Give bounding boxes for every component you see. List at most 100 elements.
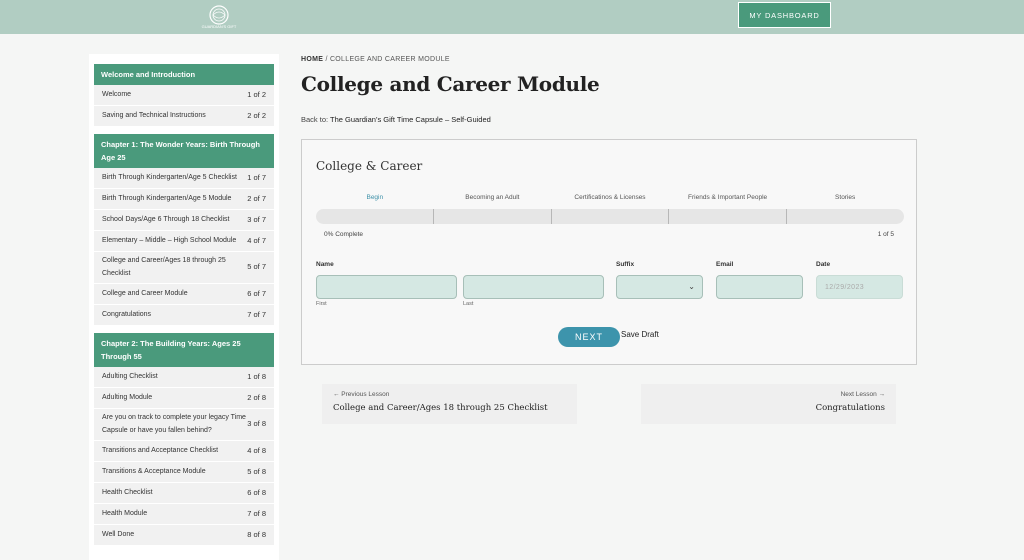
step-label-stories: Stories [835, 194, 856, 201]
step-label-friends: Friends & Important People [688, 194, 768, 201]
lesson-count: 7 of 8 [247, 508, 266, 518]
back-to-course-link[interactable]: The Guardian’s Gift Time Capsule – Self-… [330, 115, 491, 124]
lesson-label: College and Career/Ages 18 through 25 Ch… [102, 257, 226, 277]
lesson-count: 8 of 8 [247, 529, 266, 539]
section-header[interactable]: Chapter 1: The Wonder Years: Birth Throu… [94, 134, 274, 168]
lesson-count: 5 of 7 [247, 262, 266, 272]
multi-step-form: College & Career Begin Becoming an Adult… [301, 139, 917, 365]
sidebar-lesson-item[interactable]: Adulting Module 2 of 8 [94, 388, 274, 409]
lesson-count: 4 of 8 [247, 445, 266, 455]
progress-segment [787, 209, 904, 224]
lesson-label: Health Checklist [102, 488, 153, 496]
sidebar-lesson-item[interactable]: Transitions & Acceptance Module 5 of 8 [94, 462, 274, 483]
email-label: Email [716, 261, 734, 268]
breadcrumb-current: COLLEGE AND CAREER MODULE [329, 56, 450, 63]
chevron-down-icon: ⌄ [688, 282, 695, 291]
first-name-input[interactable] [316, 275, 457, 299]
suffix-select[interactable]: ⌄ [616, 275, 703, 299]
step-label-begin: Begin [366, 194, 384, 201]
lesson-count: 5 of 8 [247, 466, 266, 476]
previous-lesson-title: College and Career/Ages 18 through 25 Ch… [333, 403, 548, 413]
sidebar-lesson-item[interactable]: Saving and Technical Instructions 2 of 2 [94, 106, 274, 127]
progress-segment [316, 209, 434, 224]
lesson-count: 1 of 7 [247, 172, 266, 182]
lesson-label: Welcome [102, 90, 132, 98]
progress-bar [316, 209, 904, 224]
section-header[interactable]: Chapter 2: The Building Years: Ages 25 T… [94, 333, 274, 367]
course-sidebar: Welcome and Introduction Welcome 1 of 2 Sav… [94, 56, 274, 546]
sidebar-lesson-item[interactable]: Health Module 7 of 8 [94, 504, 274, 525]
sidebar-lesson-item[interactable]: School Days/Age 6 Through 18 Checklist 3 … [94, 210, 274, 231]
breadcrumb: HOME / COLLEGE AND CAREER MODULE [301, 56, 921, 63]
lesson-count: 2 of 7 [247, 193, 266, 203]
lesson-label: Transitions and Acceptance Checklist [102, 446, 219, 454]
progress-segment [552, 209, 670, 224]
lesson-label: Saving and Technical Instructions [102, 111, 206, 119]
suffix-label: Suffix [616, 261, 635, 268]
back-to-course: Back to: The Guardian’s Gift Time Capsul… [301, 115, 921, 124]
lesson-label: Adulting Checklist [102, 372, 158, 380]
page-title: College and Career Module [301, 72, 600, 96]
sidebar-lesson-item[interactable]: Elementary – Middle – High School Module… [94, 231, 274, 252]
lesson-label: Adulting Module [102, 393, 153, 401]
sidebar-lesson-item[interactable]: Health Checklist 6 of 8 [94, 483, 274, 504]
section-header[interactable]: Welcome and Introduction [94, 64, 274, 85]
lesson-label: School Days/Age 6 Through 18 Checklist [102, 215, 230, 223]
previous-lesson-label: ← Previous Lesson [333, 391, 390, 398]
lesson-count: 1 of 2 [247, 89, 266, 99]
top-bar: GUARDIAN'S GIFT MY DASHBOARD [0, 0, 1024, 34]
lesson-label: Well Done [102, 530, 135, 538]
sidebar-lesson-item[interactable]: Adulting Checklist 1 of 8 [94, 367, 274, 388]
next-lesson-title: Congratulations [815, 403, 885, 413]
next-button[interactable]: NEXT [558, 327, 620, 347]
name-label: Name [316, 261, 334, 268]
form-title: College & Career [316, 159, 423, 173]
sidebar-lesson-item[interactable]: College and Career Module 6 of 7 [94, 284, 274, 305]
back-to-prefix: Back to: [301, 115, 331, 124]
progress-segment [434, 209, 552, 224]
date-input[interactable]: 12/29/2023 [816, 275, 903, 299]
svg-text:GUARDIAN'S GIFT: GUARDIAN'S GIFT [202, 24, 237, 29]
lesson-label: Birth Through Kindergarten/Age 5 Module [102, 194, 232, 202]
lesson-label: Elementary – Middle – High School Module [102, 236, 237, 244]
breadcrumb-separator: / [323, 56, 330, 63]
next-lesson-card[interactable]: Next Lesson → Congratulations [641, 384, 896, 424]
lesson-count: 2 of 8 [247, 392, 266, 402]
lesson-count: 6 of 7 [247, 288, 266, 298]
save-draft-link[interactable]: Save Draft [621, 330, 659, 339]
email-input[interactable] [716, 275, 803, 299]
breadcrumb-home[interactable]: HOME [301, 56, 323, 63]
lesson-label: Health Module [102, 509, 148, 517]
form-steps: Begin Becoming an Adult Certificatinos &… [316, 194, 904, 201]
sidebar-lesson-item[interactable]: Congratulations 7 of 7 [94, 305, 274, 326]
sidebar-lesson-item[interactable]: Well Done 8 of 8 [94, 525, 274, 546]
lesson-label: College and Career Module [102, 289, 188, 297]
sidebar-lesson-item[interactable]: Welcome 1 of 2 [94, 85, 274, 106]
main-content: HOME / COLLEGE AND CAREER MODULE College… [301, 56, 921, 124]
logo[interactable]: GUARDIAN'S GIFT [196, 2, 242, 30]
sidebar-lesson-item[interactable]: Transitions and Acceptance Checklist 4 of… [94, 441, 274, 462]
first-sublabel: First [316, 301, 327, 307]
progress-percent: 0% Complete [324, 231, 364, 238]
sidebar-lesson-item[interactable]: Birth Through Kindergarten/Age 5 Module 2… [94, 189, 274, 210]
next-lesson-label: Next Lesson → [840, 391, 885, 398]
lesson-count: 3 of 8 [247, 419, 266, 429]
lesson-label: Transitions & Acceptance Module [102, 467, 206, 475]
date-label: Date [816, 261, 831, 268]
lesson-label: Are you on track to complete your legacy… [102, 414, 246, 434]
progress-segment [669, 209, 788, 224]
my-dashboard-button[interactable]: MY DASHBOARD [738, 2, 831, 28]
lesson-count: 1 of 8 [247, 371, 266, 381]
sidebar-lesson-item[interactable]: Are you on track to complete your legacy… [94, 409, 274, 441]
lesson-label: Birth Through Kindergarten/Age 5 Checkli… [102, 173, 237, 181]
step-label-certifications: Certificatinos & Licenses [574, 194, 646, 201]
lesson-label: Congratulations [102, 310, 152, 318]
lesson-count: 4 of 7 [247, 235, 266, 245]
sidebar-lesson-item[interactable]: College and Career/Ages 18 through 25 Ch… [94, 252, 274, 284]
page-indicator: 1 of 5 [877, 231, 894, 238]
lesson-count: 7 of 7 [247, 309, 266, 319]
step-label-becoming-adult: Becoming an Adult [465, 194, 520, 201]
last-name-input[interactable] [463, 275, 604, 299]
previous-lesson-card[interactable]: ← Previous Lesson College and Career/Age… [322, 384, 577, 424]
sidebar-lesson-item[interactable]: Birth Through Kindergarten/Age 5 Checkli… [94, 168, 274, 189]
